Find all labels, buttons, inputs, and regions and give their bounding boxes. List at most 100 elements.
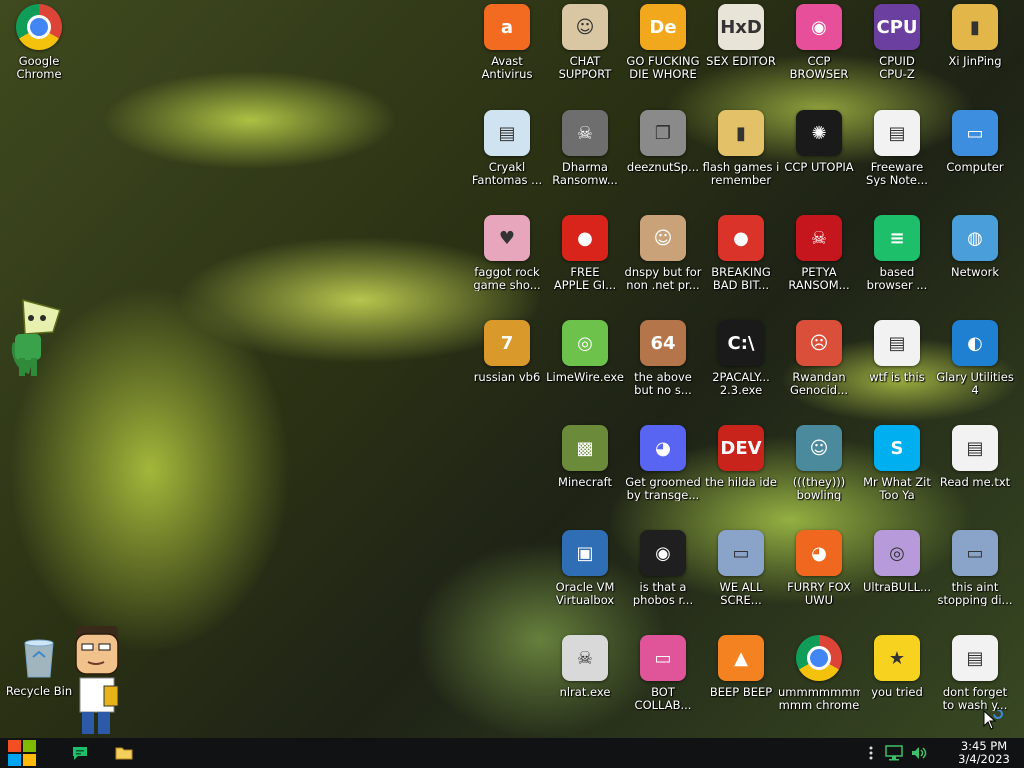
desktop-icon[interactable]: Google Chrome [1,4,77,104]
volume-icon [912,747,927,759]
start-button[interactable] [0,738,44,768]
app-icon: a [484,4,530,50]
desktop-icon[interactable]: ▤ wtf is this [859,320,935,420]
desktop-icon[interactable]: ▣ Oracle VM Virtualbox [547,530,623,630]
desktop-icon-label: Get groomed by transge... [625,476,701,501]
app-icon: ▲ [718,635,764,681]
desktop-icon[interactable]: ▭ WE ALL SCRE... [703,530,779,630]
desktop-icon[interactable]: ☺ (((they))) bowling [781,425,857,525]
desktop-icon[interactable]: ▲ BEEP BEEP [703,635,779,735]
desktop-icon[interactable]: ◎ UltraBULL... [859,530,935,630]
desktop-icon-label: PETYA RANSOM... [788,266,850,291]
desktop-icon[interactable]: ✺ CCP UTOPIA [781,110,857,210]
chrome-icon [796,635,842,681]
desktop-icon[interactable]: ▭ this aint stopping di... [937,530,1013,630]
desktop-icon[interactable]: ◕ Get groomed by transge... [625,425,701,525]
taskbar-clock[interactable]: 3:45 PM 3/4/2023 [944,740,1024,766]
app-icon: ● [718,215,764,261]
app-icon: ◐ [952,320,998,366]
desktop-icon-label: dont forget to wash y... [942,686,1008,711]
desktop-icon[interactable]: ▭ Computer [937,110,1013,210]
desktop-icon[interactable]: ◐ Glary Utilities 4 [936,320,1014,420]
desktop-icon-label: Cryakl Fantomas ... [471,161,543,186]
system-tray: 3:45 PM 3/4/2023 [860,738,1024,768]
desktop-icon-label: ummmmmmm mmm chrome [778,686,860,711]
desktop-icon[interactable]: ☺ CHAT SUPPORT [547,4,623,104]
desktop-icon[interactable]: ☹ Rwandan Genocid... [781,320,857,420]
desktop-icon-label: 2PACALY... 2.3.exe [712,371,770,396]
desktop-icon[interactable]: ☠ nlrat.exe [547,635,623,735]
desktop-icon[interactable]: ☠ PETYA RANSOM... [781,215,857,315]
app-icon: ☺ [640,215,686,261]
desktop-icon[interactable]: ▤ Freeware Sys Note... [859,110,935,210]
desktop-icon[interactable]: ❐ deeznutSp... [625,110,701,210]
desktop-icon-label: based browser ... [866,266,928,291]
app-icon: ▮ [718,110,764,156]
app-icon: ☠ [562,635,608,681]
desktop-icon[interactable]: C:\ 2PACALY... 2.3.exe [703,320,779,420]
app-icon: ▭ [952,530,998,576]
desktop-icon-label: is that a phobos r... [632,581,694,606]
desktop-icon[interactable]: ◉ is that a phobos r... [625,530,701,630]
file-explorer-icon [115,747,133,760]
desktop-icon[interactable]: 7 russian vb6 [469,320,545,420]
desktop-icon-label: BEEP BEEP [709,686,773,699]
desktop-icon[interactable]: ◕ FURRY FOX UWU [781,530,857,630]
app-icon: ▣ [562,530,608,576]
desktop-icon-label: Glary Utilities 4 [936,371,1014,396]
desktop-icon-label: deeznutSp... [626,161,700,174]
desktop-icon[interactable]: ☺ dnspy but for non .net pr... [625,215,701,315]
desktop-icon[interactable]: ▮ Xi JinPing [937,4,1013,104]
desktop-icon-label: Oracle VM Virtualbox [555,581,615,606]
desktop-icon[interactable]: ▤ Read me.txt [937,425,1013,525]
desktop-icon-label: WE ALL SCRE... [719,581,763,606]
peridot-sticker-image [11,299,61,376]
desktop-icon[interactable]: HxD SEX EDITOR [703,4,779,104]
desktop-icon[interactable]: ummmmmmm mmm chrome [778,635,860,735]
desktop-icon[interactable]: CPU CPUID CPU-Z [859,4,935,104]
app-icon: ≡ [874,215,920,261]
desktop-icon[interactable]: ▭ BOT COLLAB... [625,635,701,735]
desktop-icon[interactable]: Recycle Bin [1,634,77,734]
desktop-icon-label: faggot rock game sho... [473,266,541,291]
desktop-icon[interactable]: De GO FUCKING DIE WHORE [625,4,701,104]
desktop-icon[interactable]: ◍ Network [937,215,1013,315]
app-icon: De [640,4,686,50]
app-icon: S [874,425,920,471]
volume-tray-button[interactable] [906,738,932,768]
desktop-icon[interactable]: ▮ flash games i remember [703,110,779,210]
taskbar-pinned-based-browser[interactable] [58,738,102,768]
desktop-icon[interactable]: ◉ CCP BROWSER [781,4,857,104]
desktop-icon[interactable]: ● FREE APPLE GI... [547,215,623,315]
desktop-icon[interactable]: ♥ faggot rock game sho... [469,215,545,315]
desktop-icon-label: Avast Antivirus [481,55,533,80]
desktop-icon[interactable]: ▤ Cryakl Fantomas ... [469,110,545,210]
desktop-icon-label: Network [950,266,1000,279]
taskbar-pinned-file-explorer[interactable] [102,738,146,768]
show-hidden-icons-button[interactable] [860,738,882,768]
desktop-icon[interactable]: a Avast Antivirus [469,4,545,104]
desktop-icon[interactable]: DEV the hilda ide [703,425,779,525]
desktop-icon[interactable]: ★ you tried [859,635,935,735]
app-icon: ▤ [874,110,920,156]
app-icon: C:\ [718,320,764,366]
desktop-icon-label: Read me.txt [939,476,1011,489]
app-icon: ☹ [796,320,842,366]
desktop-icon[interactable]: ☠ Dharma Ransomw... [547,110,623,210]
desktop-icon[interactable]: 64 the above but no s... [625,320,701,420]
app-icon: ◎ [874,530,920,576]
desktop-icon-label: FURRY FOX UWU [787,581,851,606]
desktop-icon-label: Freeware Sys Note... [866,161,928,186]
app-icon: ◉ [640,530,686,576]
network-tray-button[interactable] [882,738,906,768]
desktop-icon[interactable]: ● BREAKING BAD BIT... [703,215,779,315]
app-icon: ☠ [796,215,842,261]
desktop-icon[interactable]: ▩ Minecraft [547,425,623,525]
desktop-icon-label: Dharma Ransomw... [552,161,618,186]
app-icon: ▭ [718,530,764,576]
overflow-dots-icon [869,746,873,760]
app-icon: ☠ [562,110,608,156]
desktop-icon[interactable]: ◎ LimeWire.exe [546,320,624,420]
desktop-icon[interactable]: S Mr What Zit Too Ya [859,425,935,525]
desktop-icon[interactable]: ≡ based browser ... [859,215,935,315]
